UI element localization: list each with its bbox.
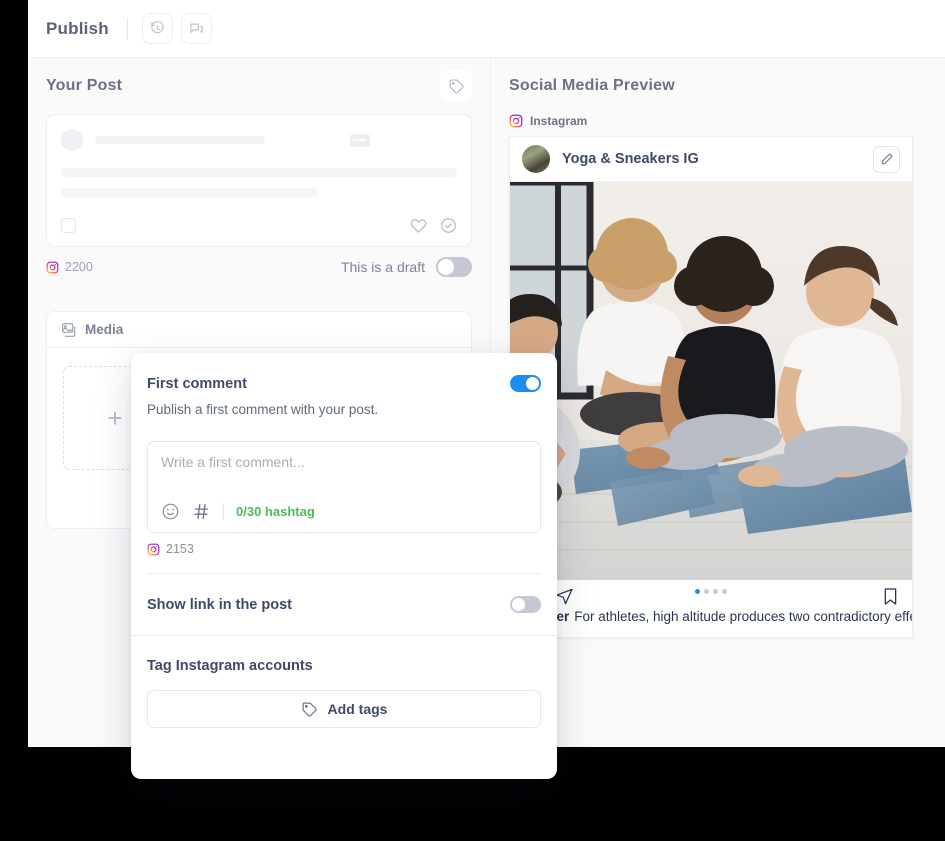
tag-accounts-section: Tag Instagram accounts Add tags xyxy=(131,636,557,728)
composer-name-placeholder xyxy=(95,136,265,144)
draft-toggle-group: This is a draft xyxy=(341,257,472,277)
add-tags-label: Add tags xyxy=(327,701,388,717)
show-link-toggle[interactable] xyxy=(510,596,541,613)
screenshot-root: Publish Your Post 2200 This is a draft M… xyxy=(0,0,945,841)
media-tab[interactable]: Media xyxy=(47,312,471,348)
composer-char-count-value: 2200 xyxy=(65,260,93,274)
composer-text-line-2 xyxy=(61,188,319,197)
composer-badge-placeholder xyxy=(350,133,370,147)
images-icon xyxy=(61,322,77,338)
first-comment-toggle[interactable] xyxy=(510,375,541,392)
carousel-dot[interactable] xyxy=(713,589,718,594)
instagram-icon xyxy=(147,543,160,556)
draft-label: This is a draft xyxy=(340,259,425,275)
instagram-post-header: Yoga & Sneakers IG xyxy=(510,137,912,182)
instagram-icon xyxy=(509,114,523,128)
network-name: Instagram xyxy=(530,114,588,128)
draft-toggle-knob xyxy=(438,259,454,275)
first-comment-description: Publish a first comment with your post. xyxy=(147,402,379,417)
first-comment-toolbar: 0/30 hashtag xyxy=(161,502,527,532)
tag-icon xyxy=(301,701,318,718)
check-circle-icon[interactable] xyxy=(440,217,457,234)
add-tags-button[interactable]: Add tags xyxy=(147,690,541,728)
heart-icon[interactable] xyxy=(410,217,427,234)
social-media-preview-panel: Social Media Preview Instagram Yoga & Sn… xyxy=(490,58,945,747)
composer-footer: 2200 This is a draft xyxy=(46,257,472,277)
carousel-dot[interactable] xyxy=(704,589,709,594)
first-comment-title: First comment xyxy=(147,375,247,392)
draft-toggle[interactable] xyxy=(436,257,472,277)
comments-icon xyxy=(189,21,204,36)
emoji-icon[interactable] xyxy=(161,502,180,521)
show-link-row: Show link in the post xyxy=(147,596,541,613)
carousel-dot[interactable] xyxy=(695,589,700,594)
network-label-row: Instagram xyxy=(509,114,927,128)
toolbar-divider xyxy=(126,17,128,40)
composer-bottom-row xyxy=(61,217,457,246)
composer-char-count: 2200 xyxy=(46,260,93,274)
hashtag-counter: 0/30 hashtag xyxy=(236,504,315,519)
account-name: Yoga & Sneakers IG xyxy=(562,151,699,167)
comments-button[interactable] xyxy=(180,13,212,44)
composer-avatar-placeholder xyxy=(61,129,83,151)
carousel-dots xyxy=(510,589,912,594)
post-options-modal: First comment Publish a first comment wi… xyxy=(131,353,557,779)
first-comment-input[interactable]: Write a first comment... 0/30 hashtag xyxy=(147,441,541,533)
first-comment-placeholder: Write a first comment... xyxy=(161,454,305,470)
top-bar: Publish xyxy=(28,0,945,58)
pencil-icon xyxy=(880,152,894,166)
avatar xyxy=(522,145,550,173)
composer-checkbox[interactable] xyxy=(61,218,76,233)
post-caption: CooperFor athletes, high altitude produc… xyxy=(510,608,912,637)
preview-header: Social Media Preview xyxy=(509,58,927,114)
caption-text: For athletes, high altitude produces two… xyxy=(574,609,912,624)
first-comment-char-count-value: 2153 xyxy=(166,542,194,556)
page-title: Publish xyxy=(46,18,109,38)
first-comment-char-count: 2153 xyxy=(147,542,541,556)
post-composer[interactable] xyxy=(46,114,472,247)
edit-account-button[interactable] xyxy=(873,145,900,173)
media-add-label: + xyxy=(107,403,123,433)
first-comment-section: First comment Publish a first comment wi… xyxy=(131,353,557,574)
instagram-action-bar xyxy=(510,580,912,608)
first-comment-toggle-knob xyxy=(526,377,539,390)
composer-action-icons xyxy=(410,217,457,234)
tag-icon xyxy=(448,78,465,95)
media-tab-label: Media xyxy=(85,322,124,337)
toolbar-divider xyxy=(223,503,224,520)
show-link-section: Show link in the post xyxy=(131,574,557,635)
composer-text-line-1 xyxy=(61,168,457,177)
history-button[interactable] xyxy=(141,13,173,44)
show-link-toggle-knob xyxy=(512,598,525,611)
carousel-dot[interactable] xyxy=(722,589,727,594)
show-link-title: Show link in the post xyxy=(147,596,292,613)
tag-accounts-title: Tag Instagram accounts xyxy=(147,658,313,674)
composer-top-row xyxy=(61,129,457,151)
preview-title: Social Media Preview xyxy=(509,77,675,94)
first-comment-header: First comment xyxy=(147,375,541,392)
history-icon xyxy=(150,21,165,36)
tag-post-button[interactable] xyxy=(440,70,472,102)
hashtag-icon[interactable] xyxy=(192,502,211,521)
instagram-icon xyxy=(46,261,59,274)
instagram-post-preview: Yoga & Sneakers IG For athletes, high al… xyxy=(509,136,913,638)
your-post-title: Your Post xyxy=(46,77,123,94)
post-image xyxy=(510,182,912,580)
your-post-header: Your Post xyxy=(46,58,472,114)
